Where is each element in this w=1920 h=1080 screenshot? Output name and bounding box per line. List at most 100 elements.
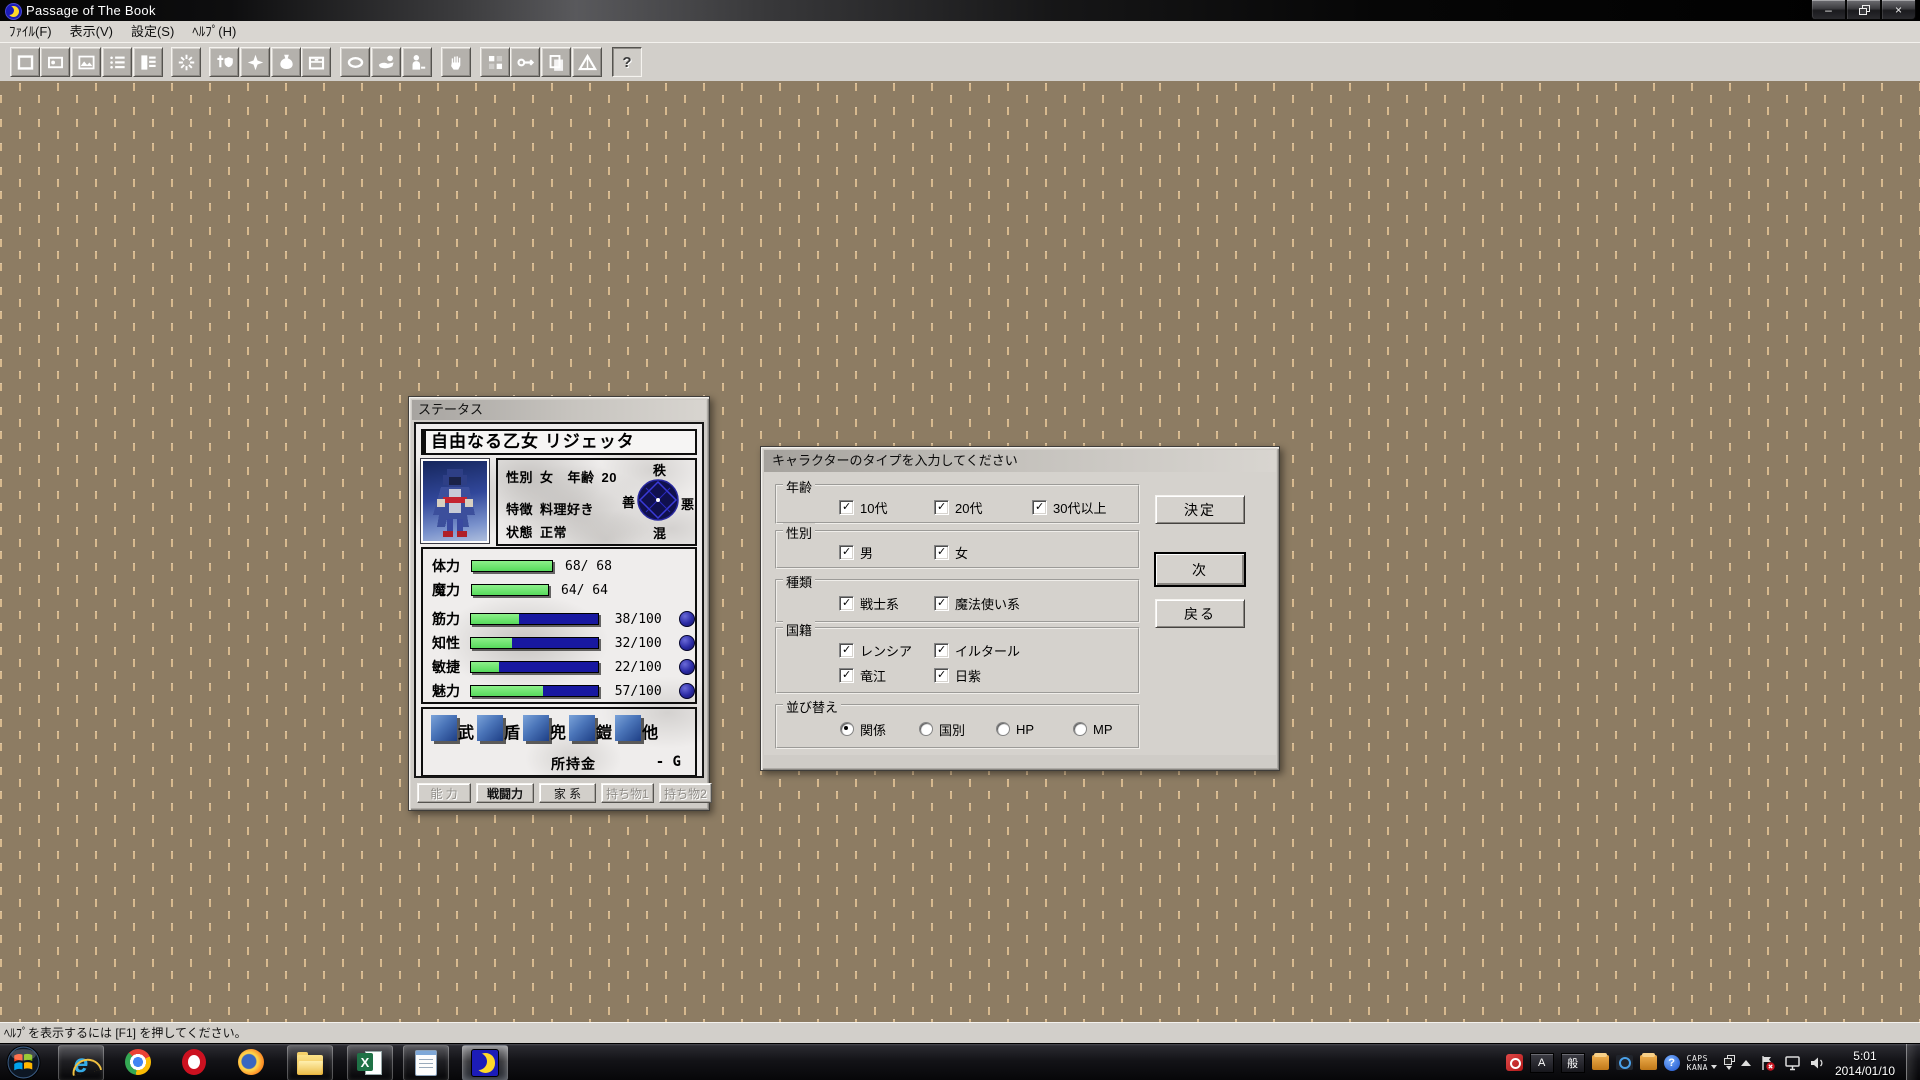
toolbar-pyramid-button[interactable] [572,47,602,77]
checkbox-nisshi[interactable]: 日紫 [934,666,981,685]
checkbox-female[interactable]: 女 [934,543,968,562]
group-age: 年齢 10代 20代 30代以上 [775,484,1140,524]
toolbar-key-button[interactable] [510,47,540,77]
profile-panel: 性別女年齢20 特徴料理好き 状態正常 秩 善 悪 混 [496,458,697,546]
status-tabs: 能 力 戦闘力 家 系 持ち物1 持ち物2 [417,783,701,803]
restore-icon [1859,5,1869,14]
alignment-evil-label: 悪 [681,494,694,513]
toolbar-person-button[interactable] [402,47,432,77]
window-titlebar[interactable]: Passage of The Book – × [0,0,1920,21]
next-button[interactable]: 次 [1155,553,1245,586]
radio-mp[interactable]: MP [1073,722,1113,737]
taskbar-notepad[interactable] [403,1045,449,1080]
restore-button[interactable] [1846,0,1881,20]
checkbox-male[interactable]: 男 [839,543,934,562]
volume-icon[interactable] [1809,1054,1826,1072]
action-center-flag-icon[interactable] [1758,1054,1776,1072]
taskbar-internet-explorer[interactable]: e [58,1045,104,1080]
ime-help-icon[interactable]: ? [1664,1055,1680,1071]
ime-conversion-mode-button[interactable]: 般 [1561,1053,1585,1073]
intelligence-orb-button[interactable] [679,635,695,651]
taskbar-passage-of-the-book[interactable] [462,1045,508,1080]
tab-combat[interactable]: 戦闘力 [476,783,534,803]
equip-slot-weapon[interactable] [431,715,457,741]
toolbar-document-button[interactable] [133,47,163,77]
taskbar-chrome[interactable] [124,1048,152,1076]
kana-dropdown-icon[interactable] [1711,1065,1717,1069]
checkbox-icon [934,500,949,515]
tab-family[interactable]: 家 系 [539,783,596,803]
network-icon[interactable] [1783,1054,1802,1072]
checkbox-icon [934,596,949,611]
desktop-area: ステータス 自由なる乙女 リジェッタ [0,81,1920,1022]
taskbar-clock[interactable]: 5:01 2014/01/10 [1833,1047,1899,1079]
checkbox-mage[interactable]: 魔法使い系 [934,594,1020,613]
toolbar-picture-button[interactable] [71,47,101,77]
status-window-titlebar[interactable]: ステータス [412,400,706,420]
layers-icon [547,53,566,72]
toolbar-box-button[interactable] [301,47,331,77]
taskbar-opera[interactable] [180,1048,208,1076]
checkbox-icon [839,668,854,683]
profile-trait: 特徴料理好き [506,499,623,518]
ime-input-mode-button[interactable]: A [1530,1053,1554,1073]
toolbar-sparkle-button[interactable] [240,47,270,77]
toolbar-hand-button[interactable] [441,47,471,77]
taskbar-firefox[interactable] [237,1048,265,1076]
checkbox-age-20s[interactable]: 20代 [934,498,1032,517]
checkbox-age-30plus[interactable]: 30代以上 [1032,498,1106,517]
toolbar-layers-button[interactable] [541,47,571,77]
menu-file[interactable]: ﾌｧｲﾙ(F) [0,21,61,42]
toolbar-board-button[interactable] [480,47,510,77]
toolbar-ring-button[interactable] [340,47,370,77]
charm-orb-button[interactable] [679,683,695,699]
checkbox-renshia[interactable]: レンシア [839,641,934,660]
toolbar-money-bag-button[interactable] [271,47,301,77]
toolbar-sword-shield-button[interactable] [209,47,239,77]
ime-tools-icon[interactable] [1592,1055,1609,1070]
checkbox-ryuko[interactable]: 竜江 [839,666,934,685]
toolbar: ? [0,42,1920,83]
ime-toolbox-icon[interactable] [1640,1055,1657,1070]
ime-dictionary-icon[interactable] [1616,1055,1633,1070]
statusbar: ﾍﾙﾌﾟを表示するには [F1] を押してください。 [0,1022,1920,1043]
radio-country[interactable]: 国別 [919,720,996,739]
checkbox-icon [934,643,949,658]
toolbar-window-open-button[interactable] [40,47,70,77]
tab-items2: 持ち物2 [659,783,712,803]
agility-orb-button[interactable] [679,659,695,675]
equip-slot-shield[interactable] [477,715,503,741]
menu-help[interactable]: ﾍﾙﾌﾟ(H) [183,21,245,42]
menu-view[interactable]: 表示(V) [61,21,122,42]
checkbox-warrior[interactable]: 戦士系 [839,594,934,613]
minimize-button[interactable]: – [1811,0,1846,20]
checkbox-age-10s[interactable]: 10代 [839,498,934,517]
close-button[interactable]: × [1881,0,1916,20]
decide-button[interactable]: 決定 [1155,495,1245,524]
equip-slot-other[interactable] [615,715,641,741]
checkbox-irutaru[interactable]: イルタール [934,641,1020,660]
menu-settings[interactable]: 設定(S) [122,21,183,42]
toolbar-burst-button[interactable] [171,47,201,77]
strength-orb-button[interactable] [679,611,695,627]
ime-status-icon[interactable] [1506,1054,1523,1071]
show-desktop-button[interactable] [1906,1044,1918,1080]
radio-hp[interactable]: HP [996,722,1073,737]
start-button[interactable] [6,1045,41,1080]
equip-slot-armor[interactable] [569,715,595,741]
stats-panel: 体力 68/ 68 魔力 64/ 64 筋力 38/100 [421,547,697,704]
equip-slot-helmet[interactable] [523,715,549,741]
radio-relation[interactable]: 関係 [840,720,919,739]
language-bar-minimize[interactable] [1724,1055,1734,1070]
taskbar-explorer[interactable] [287,1045,333,1080]
toolbar-help-button[interactable]: ? [612,47,642,77]
money-value: - G [656,754,681,770]
dialog-titlebar[interactable]: キャラクターのタイプを入力してください [764,450,1276,472]
toolbar-hand-coin-button[interactable] [371,47,401,77]
toolbar-list-button[interactable] [102,47,132,77]
charm-bar [470,685,599,697]
show-hidden-icons-button[interactable] [1741,1060,1751,1066]
toolbar-window-button[interactable] [10,47,40,77]
taskbar-excel[interactable]: X [347,1045,393,1080]
back-button[interactable]: 戻る [1155,599,1245,628]
